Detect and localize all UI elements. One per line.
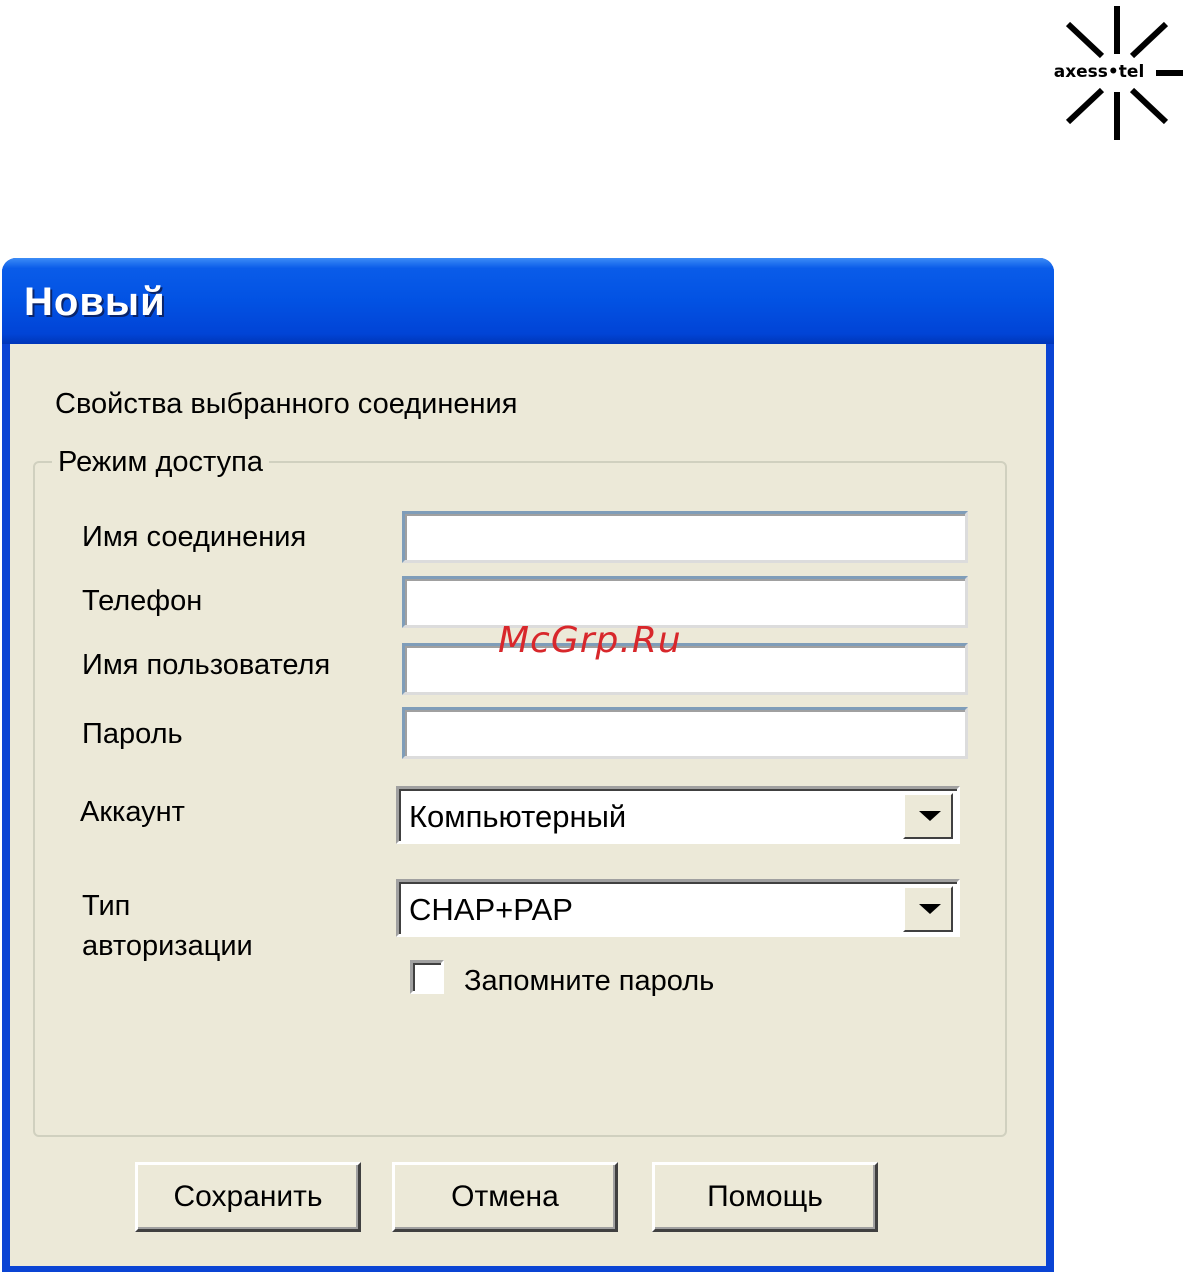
account-value: Компьютерный	[409, 799, 627, 834]
username-label: Имя пользователя	[82, 649, 331, 681]
account-label: Аккаунт	[80, 796, 185, 828]
password-label: Пароль	[82, 718, 183, 750]
account-select[interactable]: Компьютерный	[396, 786, 960, 844]
auth-type-value: CHAP+PAP	[409, 892, 573, 927]
auth-type-label-line2: авторизации	[82, 930, 253, 962]
group-title: Режим доступа	[52, 446, 269, 479]
save-button[interactable]: Сохранить	[135, 1162, 361, 1232]
chevron-down-icon	[919, 904, 941, 914]
connection-name-label: Имя соединения	[82, 521, 307, 553]
watermark-text: McGrp.Ru	[498, 620, 682, 661]
account-dropdown-button[interactable]	[903, 793, 953, 839]
window-title: Новый	[24, 280, 166, 324]
username-input[interactable]	[402, 643, 968, 695]
chevron-down-icon	[919, 811, 941, 821]
intro-text: Свойства выбранного соединения	[55, 388, 518, 420]
auth-type-label-line1: Тип	[82, 890, 131, 922]
cancel-button[interactable]: Отмена	[392, 1162, 618, 1232]
phone-input[interactable]	[402, 576, 968, 628]
axesstel-logo-text: axess•tel	[1045, 61, 1153, 83]
dialog-window: Новый Свойства выбранного соединения Реж…	[2, 258, 1054, 1272]
title-bar[interactable]: Новый	[2, 258, 1054, 344]
password-input[interactable]	[402, 707, 968, 759]
connection-name-input[interactable]	[402, 511, 968, 563]
remember-password-checkbox[interactable]	[410, 960, 444, 994]
phone-label: Телефон	[82, 585, 203, 617]
remember-password-label[interactable]: Запомните пароль	[464, 962, 714, 1000]
auth-type-dropdown-button[interactable]	[903, 886, 953, 932]
auth-type-select[interactable]: CHAP+PAP	[396, 879, 960, 937]
help-button[interactable]: Помощь	[652, 1162, 878, 1232]
